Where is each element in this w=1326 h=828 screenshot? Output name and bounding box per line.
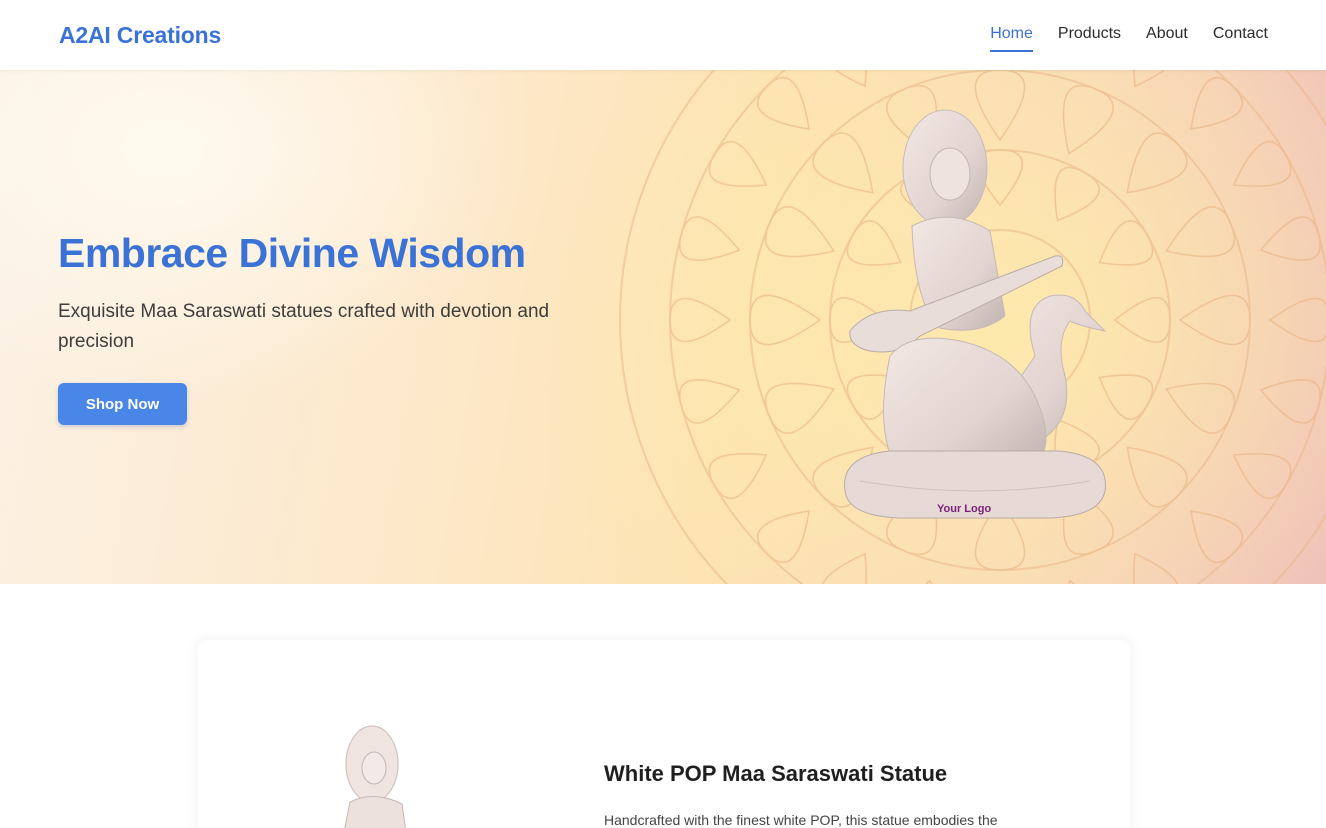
- hero-section: Embrace Divine Wisdom Exquisite Maa Sara…: [0, 70, 1326, 584]
- nav-about-link[interactable]: About: [1146, 24, 1188, 52]
- product-title: White POP Maa Saraswati Statue: [604, 761, 948, 786]
- product-description: Handcrafted with the finest white POP, t…: [604, 812, 998, 828]
- statue-logo-stamp: Your Logo: [937, 503, 992, 515]
- shop-now-button[interactable]: Shop Now: [58, 383, 187, 425]
- brand-logo[interactable]: A2AI Creations: [59, 22, 221, 49]
- nav-home-link[interactable]: Home: [990, 24, 1033, 52]
- saraswati-statue-image: [844, 109, 1107, 519]
- hero-title: Embrace Divine Wisdom: [58, 230, 526, 276]
- hero-subtitle: Exquisite Maa Saraswati statues crafted …: [58, 301, 550, 352]
- main-nav: Home Products About Contact: [990, 24, 1268, 52]
- site-header: A2AI Creations Home Products About Conta…: [0, 0, 1326, 70]
- nav-contact-link[interactable]: Contact: [1213, 24, 1268, 52]
- product-thumbnail-image[interactable]: [310, 722, 440, 828]
- nav-products-link[interactable]: Products: [1058, 24, 1121, 52]
